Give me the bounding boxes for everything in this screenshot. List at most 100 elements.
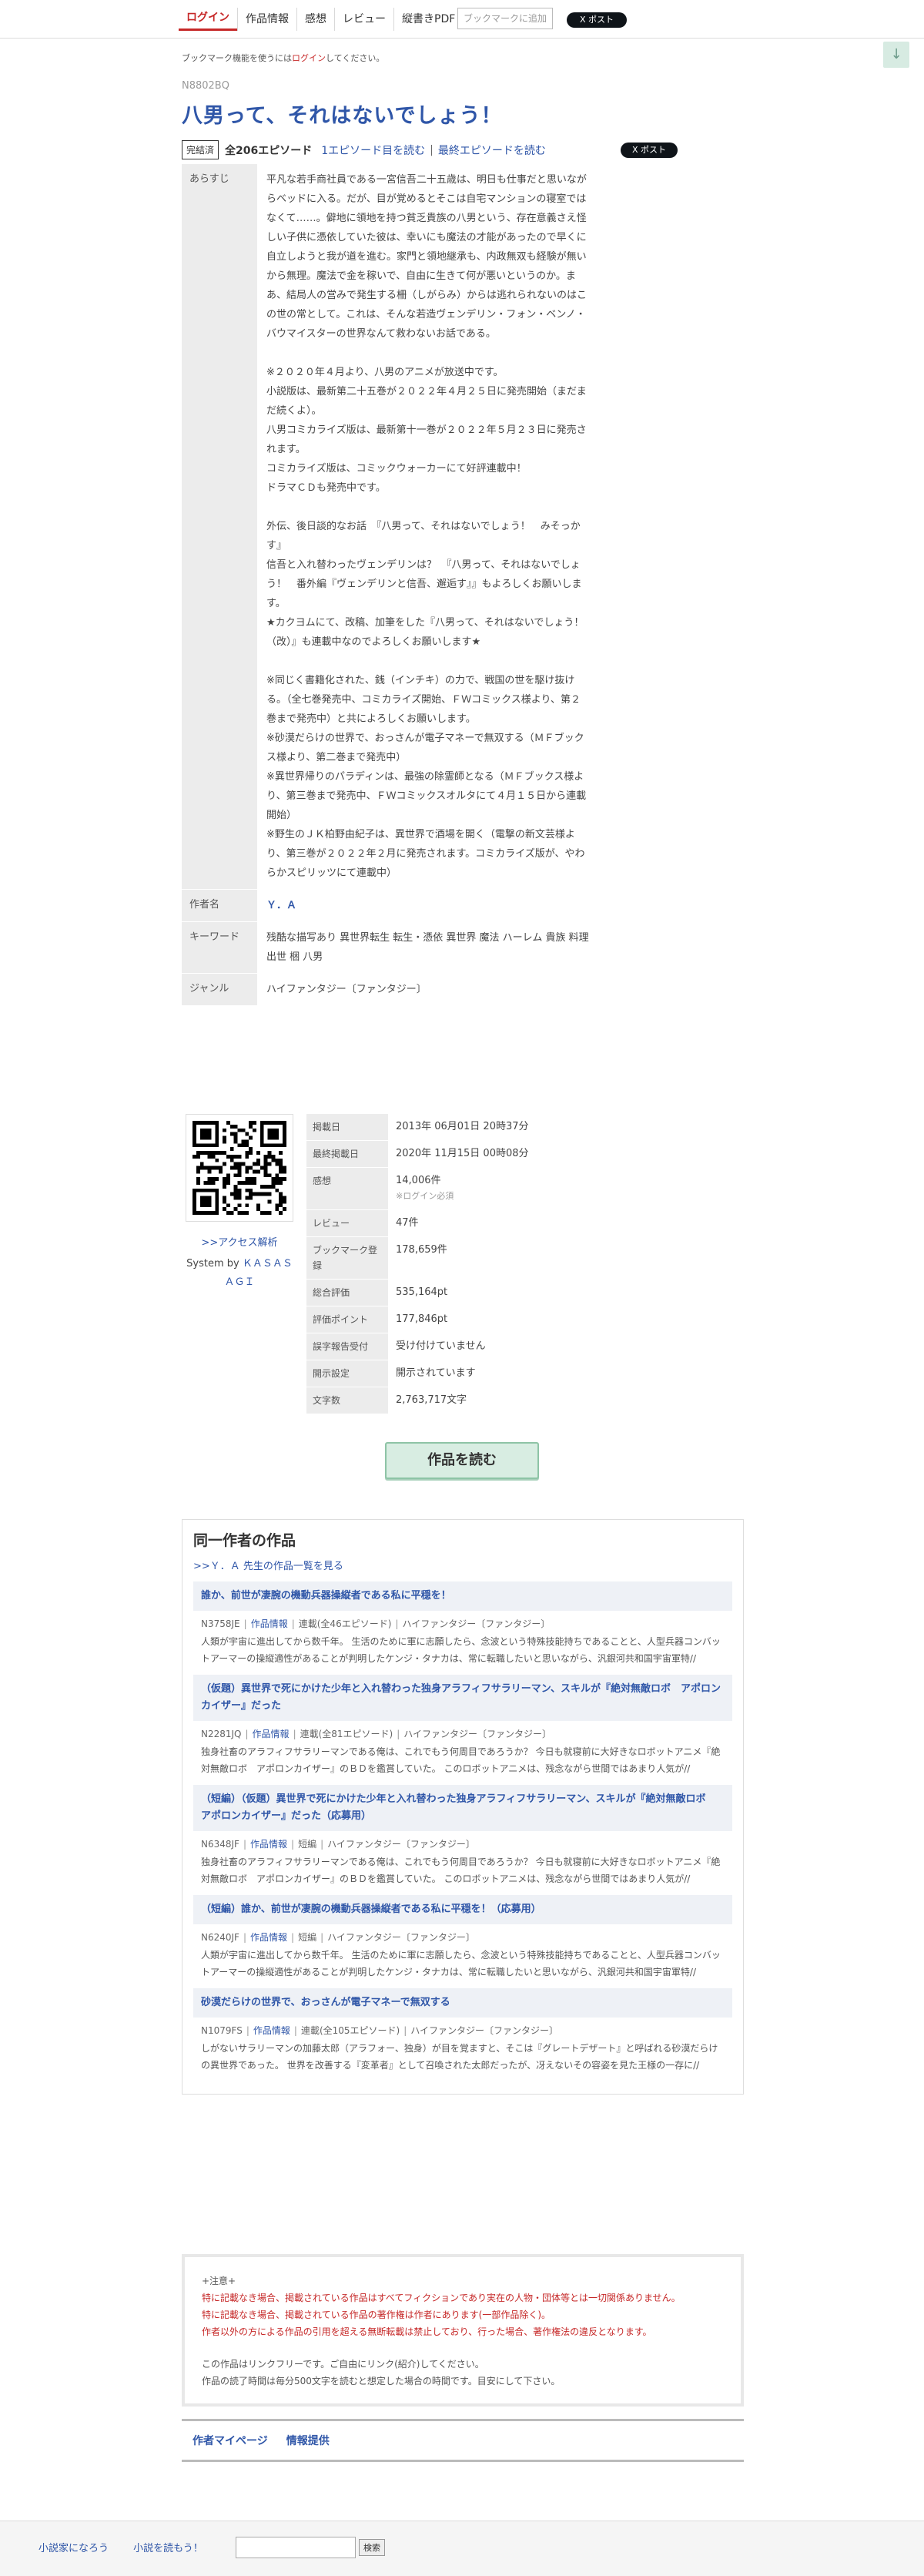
synopsis-line: ※砂漠だらけの世界で、おっさんが電子マネーで無双する（ＭＦブックス様より、第二巻… (266, 733, 584, 763)
login-note-link[interactable]: ログイン (292, 53, 326, 63)
disclaimer-line: 特に記載なき場合、掲載されている作品はすべてフィクションであり実在の人物・団体等… (202, 2293, 681, 2303)
keyword-row: キーワード 残酷な描写あり 異世界転生 転生・憑依 異世界 魔法 ハーレム 貴族… (182, 921, 598, 973)
stats-value-cell: 2,763,717文字 (388, 1387, 601, 1414)
list-item: （短編）（仮題）異世界で死にかけた少年と入れ替わった独身アラフィフサラリーマン、… (193, 1785, 732, 1887)
stats-label: 感想 (306, 1168, 388, 1209)
nav-links: ログイン 作品情報 感想 レビュー 縦書きPDF (179, 8, 463, 31)
syosetu-link[interactable]: 小説家になろう (38, 2543, 109, 2554)
read-work-button[interactable]: 作品を読む (385, 1442, 539, 1479)
stats-table: 掲載日 2013年 06月01日 20時37分 最終掲載日 2020年 11月15日 … (306, 1114, 601, 1414)
footer-search: 検索 (236, 2537, 385, 2558)
work-info-link[interactable]: 作品情報 (250, 1932, 287, 1943)
author-label: 作者名 (182, 890, 257, 921)
genre-label: ジャンル (182, 974, 257, 1005)
qr-section: >>アクセス解析 System by ＫＡＳＡＳＡＧＩ (182, 1114, 297, 1292)
nav-review-link[interactable]: レビュー (334, 8, 393, 31)
work-type: 連載(全105エピソード) (300, 2025, 400, 2036)
first-episode-link[interactable]: 1エピソード目を読む (321, 143, 425, 158)
author-row: 作者名 Ｙ．Ａ (182, 889, 598, 921)
disclaimer-head: +注意+ (202, 2276, 236, 2286)
work-genre: ハイファンタジー〔ファンタジー〕 (410, 2025, 559, 2036)
synopsis-line (266, 344, 590, 363)
nav-vertical-pdf-link[interactable]: 縦書きPDF (393, 8, 463, 31)
work-ncode: N6240JF (201, 1932, 239, 1943)
work-title-link[interactable]: （短編）（仮題）異世界で死にかけた少年と入れ替わった独身アラフィフサラリーマン、… (193, 1785, 732, 1831)
work-info-link[interactable]: 作品情報 (251, 1618, 288, 1629)
stats-value-cell: 177,846pt (388, 1306, 601, 1333)
scroll-down-button[interactable]: ↓ (883, 42, 909, 68)
qr-code-icon (186, 1114, 293, 1222)
info-table: あらすじ 平凡な若手商社員である一宮信吾二十五歳は、明日も仕事だと思いながらベッ… (182, 163, 598, 1005)
genre: ハイファンタジー〔ファンタジー〕 (266, 984, 427, 995)
work-title-link[interactable]: 誰か、前世が凄腕の機動兵器操縦者である私に平穏を！ (193, 1581, 732, 1611)
search-button[interactable]: 検索 (359, 2539, 385, 2556)
access-analysis-link[interactable]: >>アクセス解析 (182, 1234, 297, 1249)
work-meta: 完結済 全206エピソード 1エピソード目を読む | 最終エピソードを読む (182, 140, 546, 159)
stats-value: 受け付けていません (396, 1340, 486, 1352)
work-info-link[interactable]: 作品情報 (250, 1839, 287, 1850)
work-description: 人類が宇宙に進出してから数千年。 生活のために軍に志願したら、念波という特殊技能… (201, 1950, 721, 1977)
synopsis-line: 外伝、後日談的なお話 『八男って、それはないでしょう！ みそっかす』 (266, 521, 581, 552)
work-ncode: N3758JE (201, 1618, 240, 1629)
stats-row: ブックマーク登録 178,659件 (306, 1237, 601, 1280)
bookmark-button[interactable]: ブックマークに追加 (457, 8, 553, 29)
page-title: 八男って、それはないでしょう！ (182, 104, 503, 128)
stats-row: 感想 14,006件 ※ログイン必須 (306, 1168, 601, 1210)
stats-label: 総合評価 (306, 1280, 388, 1306)
author-works-all-link[interactable]: >>Ｙ．Ａ 先生の作品一覧を見る (193, 1558, 732, 1572)
stats-row: 誤字報告受付 受け付けていません (306, 1333, 601, 1360)
work-type: 連載(全81エピソード) (300, 1729, 393, 1739)
list-item: （短編）誰か、前世が凄腕の機動兵器操縦者である私に平穏を！（応募用） N6240J… (193, 1895, 732, 1981)
stats-value: 14,006件 (396, 1175, 441, 1186)
stats-value: 178,659件 (396, 1244, 447, 1256)
author-mypage-link[interactable]: 作者マイページ (192, 2433, 268, 2448)
nav-login-link[interactable]: ログイン (179, 8, 237, 31)
disclaimer-line: この作品はリンクフリーです。ご自由にリンク(紹介)してください。 (202, 2359, 484, 2370)
last-episode-link[interactable]: 最終エピソードを読む (438, 143, 546, 158)
stats-value-cell: 受け付けていません (388, 1333, 601, 1360)
stats-value-cell: 47件 (388, 1210, 601, 1236)
work-meta: N3758JE | 作品情報 | 連載(全46エピソード) | ハイファンタジー〔ファンタジ… (201, 1618, 551, 1629)
synopsis-line (266, 652, 590, 671)
disclaimer-line: 特に記載なき場合、掲載されている作品の著作権は作者にあります(一部作品除く)。 (202, 2309, 551, 2320)
synopsis-line (266, 498, 590, 517)
synopsis-line: 信吾と入れ替わったヴェンデリンは？ 『八男って、それはないでしょう！ 番外編『ヴ… (266, 559, 582, 609)
search-input[interactable] (236, 2537, 356, 2558)
work-info-link[interactable]: 作品情報 (253, 2025, 290, 2036)
work-description: 人類が宇宙に進出してから数千年。 生活のために軍に志願したら、念波という特殊技能… (201, 1636, 721, 1664)
work-info-link[interactable]: 作品情報 (253, 1729, 290, 1739)
synopsis-line: コミカライズ版は、コミックウォーカーにて好評連載中！ (266, 463, 527, 475)
ncode: N8802BQ (182, 80, 229, 92)
x-post-button-2[interactable]: X ポスト (621, 143, 678, 158)
work-description: 独身社畜のアラフィフサラリーマンである俺は、これでもう何周目であろうか？ 今日も… (201, 1746, 721, 1774)
login-note: ブックマーク機能を使うにはログインしてください。 (182, 52, 384, 64)
x-post-button[interactable]: X ポスト (567, 12, 627, 28)
system-prefix: System by (186, 1258, 243, 1270)
genre-row: ジャンル ハイファンタジー〔ファンタジー〕 (182, 973, 598, 1005)
synopsis-line: ※２０２０年４月より、八男のアニメが放送中です。 (266, 367, 504, 378)
nav-work-info-link[interactable]: 作品情報 (237, 8, 296, 31)
synopsis-row: あらすじ 平凡な若手商社員である一宮信吾二十五歳は、明日も仕事だと思いながらベッ… (182, 163, 598, 889)
synopsis-line: ドラマＣＤも発売中です。 (266, 482, 386, 494)
synopsis-line: 平凡な若手商社員である一宮信吾二十五歳は、明日も仕事だと思いながらベッドに入る。… (266, 174, 588, 340)
stats-label: 評価ポイント (306, 1306, 388, 1333)
work-title-link[interactable]: 砂漠だらけの世界で、おっさんが電子マネーで無双する (193, 1988, 732, 2018)
disclaimer-line: 作品の読了時間は毎分500文字を読むと想定した場合の時間です。目安にして下さい。 (202, 2376, 561, 2386)
author-link[interactable]: Ｙ．Ａ (266, 900, 296, 911)
top-nav: ログイン 作品情報 感想 レビュー 縦書きPDF ブックマークに追加 X ポスト (0, 0, 924, 39)
keywords: 残酷な描写あり 異世界転生 転生・憑依 異世界 魔法 ハーレム 貴族 料理 出世… (266, 932, 589, 963)
work-title-link[interactable]: （短編）誰か、前世が凄腕の機動兵器操縦者である私に平穏を！（応募用） (193, 1895, 732, 1924)
stats-value-cell: 開示されています (388, 1360, 601, 1387)
stats-value: 535,164pt (396, 1286, 448, 1298)
synopsis-line: ※野生のＪＫ柏野由紀子は、異世界で酒場を開く（電撃の新文芸様より、第三巻が２０２… (266, 829, 585, 879)
footer-site-links: 小説家になろう 小説を読もう！ (38, 2540, 225, 2554)
synopsis-text: 平凡な若手商社員である一宮信吾二十五歳は、明日も仕事だと思いながらベッドに入る。… (257, 164, 598, 889)
nav-impressions-link[interactable]: 感想 (296, 8, 334, 31)
yomou-link[interactable]: 小説を読もう！ (133, 2543, 203, 2554)
stats-value-cell: 178,659件 (388, 1237, 601, 1279)
work-ncode: N1079FS (201, 2025, 243, 2036)
report-info-link[interactable]: 情報提供 (286, 2433, 330, 2448)
work-title-link[interactable]: （仮題）異世界で死にかけた少年と入れ替わった独身アラフィフサラリーマン、スキルが… (193, 1675, 732, 1721)
synopsis-line: 八男コミカライズ版は、最新第十一巻が２０２２年５月２３日に発売されます。 (266, 424, 587, 455)
stats-label: 誤字報告受付 (306, 1333, 388, 1360)
